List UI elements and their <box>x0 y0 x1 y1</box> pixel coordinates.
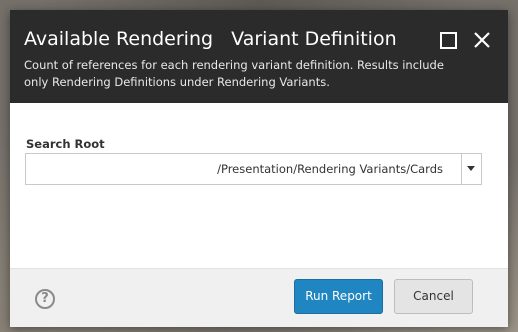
maximize-button[interactable] <box>438 30 458 50</box>
close-button[interactable] <box>472 30 492 50</box>
report-dialog: Available Rendering Variant Definition C… <box>10 10 508 327</box>
dialog-footer: ? Run Report Cancel <box>10 268 508 327</box>
search-root-value: /Presentation/Rendering Variants/Cards <box>217 162 443 176</box>
help-icon[interactable]: ? <box>35 289 55 309</box>
run-report-button[interactable]: Run Report <box>294 279 383 314</box>
close-icon <box>474 32 490 48</box>
cancel-button[interactable]: Cancel <box>394 279 473 314</box>
dialog-body: Search Root /Presentation/Rendering Vari… <box>10 103 508 268</box>
search-root-label: Search Root <box>26 137 105 151</box>
dialog-header: Available Rendering Variant Definition C… <box>10 10 508 103</box>
search-root-select[interactable]: /Presentation/Rendering Variants/Cards <box>25 153 482 185</box>
chevron-down-icon <box>467 166 475 171</box>
search-root-dropdown-toggle[interactable] <box>461 154 481 184</box>
dialog-subtitle: Count of references for each rendering v… <box>24 58 444 89</box>
maximize-icon <box>440 32 457 49</box>
dialog-title: Available Rendering Variant Definition <box>24 28 397 50</box>
